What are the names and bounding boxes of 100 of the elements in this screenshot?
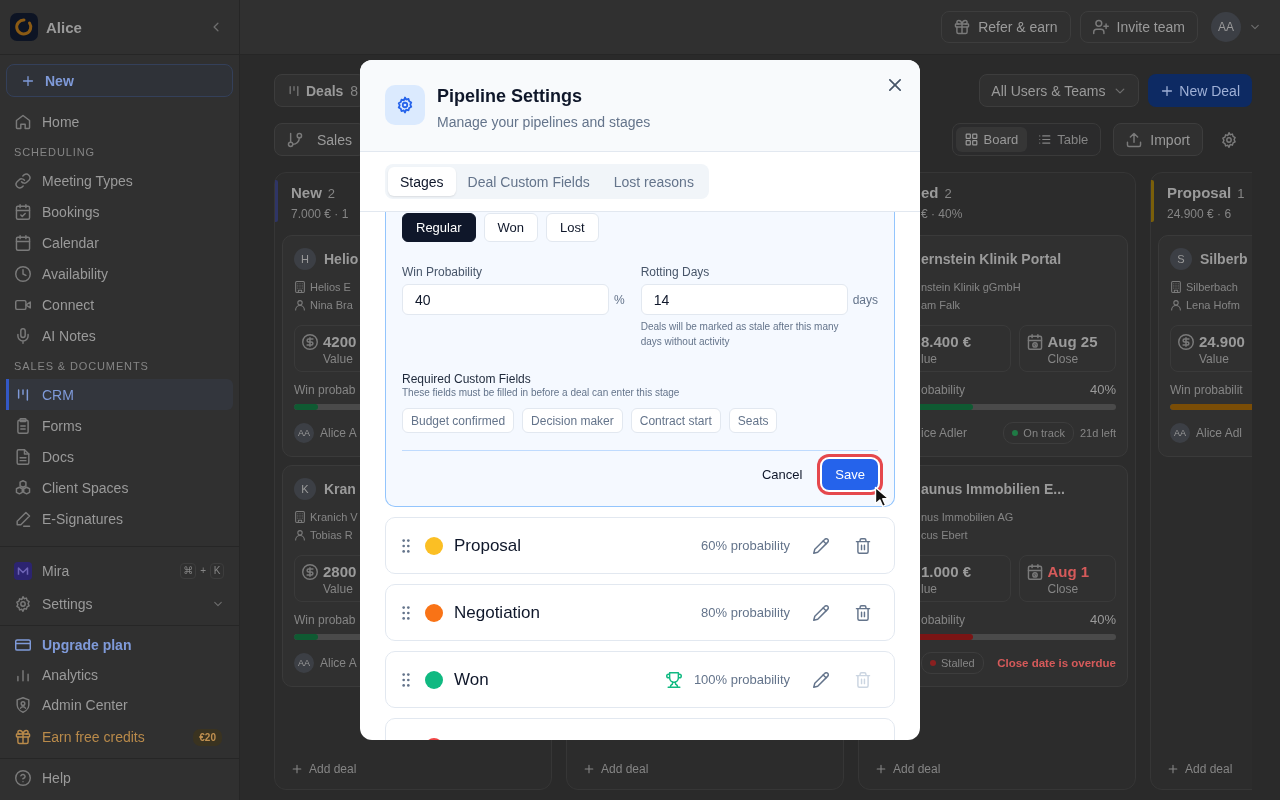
- nav-item[interactable]: Mira: [6, 555, 175, 586]
- nav-item[interactable]: Earn free credits: [6, 722, 188, 752]
- nav-item[interactable]: Admin Center: [6, 690, 233, 720]
- trash-icon[interactable]: [855, 604, 871, 621]
- view-tab[interactable]: Table: [1029, 127, 1098, 152]
- add-deal-button[interactable]: Add deal: [282, 756, 357, 782]
- company-name: Helios E: [310, 280, 351, 295]
- kanban-icon: [287, 83, 301, 98]
- stat-label: lue: [921, 581, 938, 597]
- nav-item[interactable]: Upgrade plan: [6, 630, 233, 660]
- number-field[interactable]: 40: [402, 284, 609, 315]
- close-date: Aug 25: [1047, 332, 1098, 351]
- nav-item[interactable]: AI Notes: [6, 320, 233, 351]
- add-deal-button[interactable]: Add deal: [866, 756, 941, 782]
- user-avatar[interactable]: AA: [1211, 12, 1241, 42]
- tab[interactable]: Stages: [388, 167, 456, 196]
- deal-value: 1.000 €: [921, 562, 972, 581]
- probability-label: Win probabilit: [1170, 382, 1243, 399]
- section-description: These fields must be filled in before a deal can enter this stage: [402, 386, 681, 399]
- contact-name: Tobias R: [310, 528, 353, 543]
- trash-icon[interactable]: [855, 537, 871, 554]
- owner-name: Alice A: [320, 656, 357, 670]
- calendar-check-icon: [15, 203, 31, 220]
- nav-item[interactable]: Calendar: [6, 227, 233, 258]
- number-field[interactable]: 14: [640, 284, 848, 315]
- company-avatar: K: [294, 478, 316, 500]
- plus-icon: [291, 763, 303, 775]
- refer-button[interactable]: Refer & earn: [941, 11, 1071, 43]
- cancel-button[interactable]: Cancel: [751, 459, 813, 490]
- drag-handle-icon[interactable]: [402, 605, 410, 620]
- stage-type-button[interactable]: Regular: [402, 213, 476, 242]
- trophy-icon: [665, 671, 682, 688]
- help-icon: [15, 769, 31, 786]
- owner-name: ice Adler: [921, 426, 968, 440]
- nav-item[interactable]: Home: [6, 106, 233, 137]
- import-button[interactable]: Import: [1113, 123, 1203, 156]
- stage-name: Negotiation: [454, 602, 540, 623]
- nav-item[interactable]: Availability: [6, 258, 233, 289]
- stage-type-button[interactable]: Lost: [546, 213, 599, 242]
- nav-item[interactable]: Forms: [6, 410, 233, 441]
- stat-label: Value: [323, 581, 354, 597]
- building-icon: [294, 281, 306, 293]
- workspace-name[interactable]: Alice: [46, 18, 82, 36]
- close-icon[interactable]: [889, 79, 901, 91]
- calendar-clock-icon: [1026, 564, 1043, 580]
- deal-value: 4200: [323, 332, 357, 351]
- clipboard-icon: [15, 417, 31, 434]
- deal-title: Helio: [324, 251, 359, 267]
- drag-handle-icon[interactable]: [402, 538, 410, 553]
- nav-item[interactable]: E-Signatures: [6, 503, 233, 534]
- deal-title: Silberb: [1200, 251, 1248, 267]
- stage-type-button[interactable]: Won: [483, 213, 539, 242]
- pencil-icon[interactable]: [813, 537, 829, 554]
- add-deal-button[interactable]: Add deal: [1158, 756, 1233, 782]
- nav-item[interactable]: Client Spaces: [6, 472, 233, 503]
- nav-item[interactable]: CRM: [6, 379, 233, 410]
- credit-badge: €20: [193, 728, 222, 746]
- stat-label: Close: [1047, 351, 1080, 367]
- deal-count: 2: [327, 186, 336, 201]
- stage-row[interactable]: Negotiation 80% probability: [385, 584, 895, 641]
- owner-filter[interactable]: All Users & Teams: [979, 74, 1140, 107]
- tab[interactable]: Lost reasons: [601, 167, 706, 196]
- nav-item[interactable]: Connect: [6, 289, 233, 320]
- deal-card[interactable]: S Silberb Silberbach Lena Hofm 24.900 Value Win probabilit AA Alice Adl: [1158, 235, 1252, 457]
- custom-field-tag[interactable]: Decision maker: [522, 408, 623, 433]
- nav-item[interactable]: Settings: [6, 588, 233, 619]
- stage-row[interactable]: Won 100% probability: [385, 651, 895, 708]
- stage-row[interactable]: Proposal 60% probability: [385, 517, 895, 574]
- section-title: Required Custom Fields: [402, 372, 532, 386]
- settings-icon[interactable]: [1221, 131, 1237, 148]
- gift-icon: [15, 729, 31, 745]
- plus-icon: [583, 763, 595, 775]
- drag-handle-icon[interactable]: [402, 672, 410, 687]
- nav-item[interactable]: Docs: [6, 441, 233, 472]
- section-label: SCHEDULING: [13, 145, 96, 160]
- column-summary: 24.900 € · 6: [1167, 206, 1233, 222]
- nav-item[interactable]: Help: [6, 762, 233, 793]
- owner-avatar: AA: [1170, 423, 1190, 443]
- custom-field-tag[interactable]: Contract start: [630, 408, 721, 433]
- custom-field-tag[interactable]: Seats: [728, 408, 778, 433]
- new-deal-button[interactable]: New Deal: [1148, 74, 1252, 107]
- shield-user-icon: [15, 697, 31, 713]
- close-date: Aug 1: [1047, 562, 1090, 581]
- add-deal-button[interactable]: Add deal: [574, 756, 649, 782]
- invite-button[interactable]: Invite team: [1079, 11, 1198, 43]
- nav-item[interactable]: Bookings: [6, 196, 233, 227]
- company-avatar: S: [1170, 248, 1192, 270]
- contact-name: Lena Hofm: [1186, 298, 1240, 313]
- view-tab[interactable]: Board: [955, 127, 1028, 152]
- nav-item[interactable]: Analytics: [6, 660, 233, 690]
- pen-icon: [15, 510, 31, 527]
- bar-chart-icon: [15, 667, 31, 683]
- settings-icon: [15, 595, 31, 612]
- building-icon: [1170, 281, 1182, 293]
- nav-item[interactable]: Meeting Types: [6, 165, 233, 196]
- pencil-icon[interactable]: [813, 604, 829, 621]
- tab[interactable]: Deal Custom Fields: [455, 167, 602, 196]
- pencil-icon[interactable]: [813, 671, 829, 688]
- custom-field-tag[interactable]: Budget confirmed: [402, 408, 515, 433]
- new-button[interactable]: New: [6, 64, 233, 97]
